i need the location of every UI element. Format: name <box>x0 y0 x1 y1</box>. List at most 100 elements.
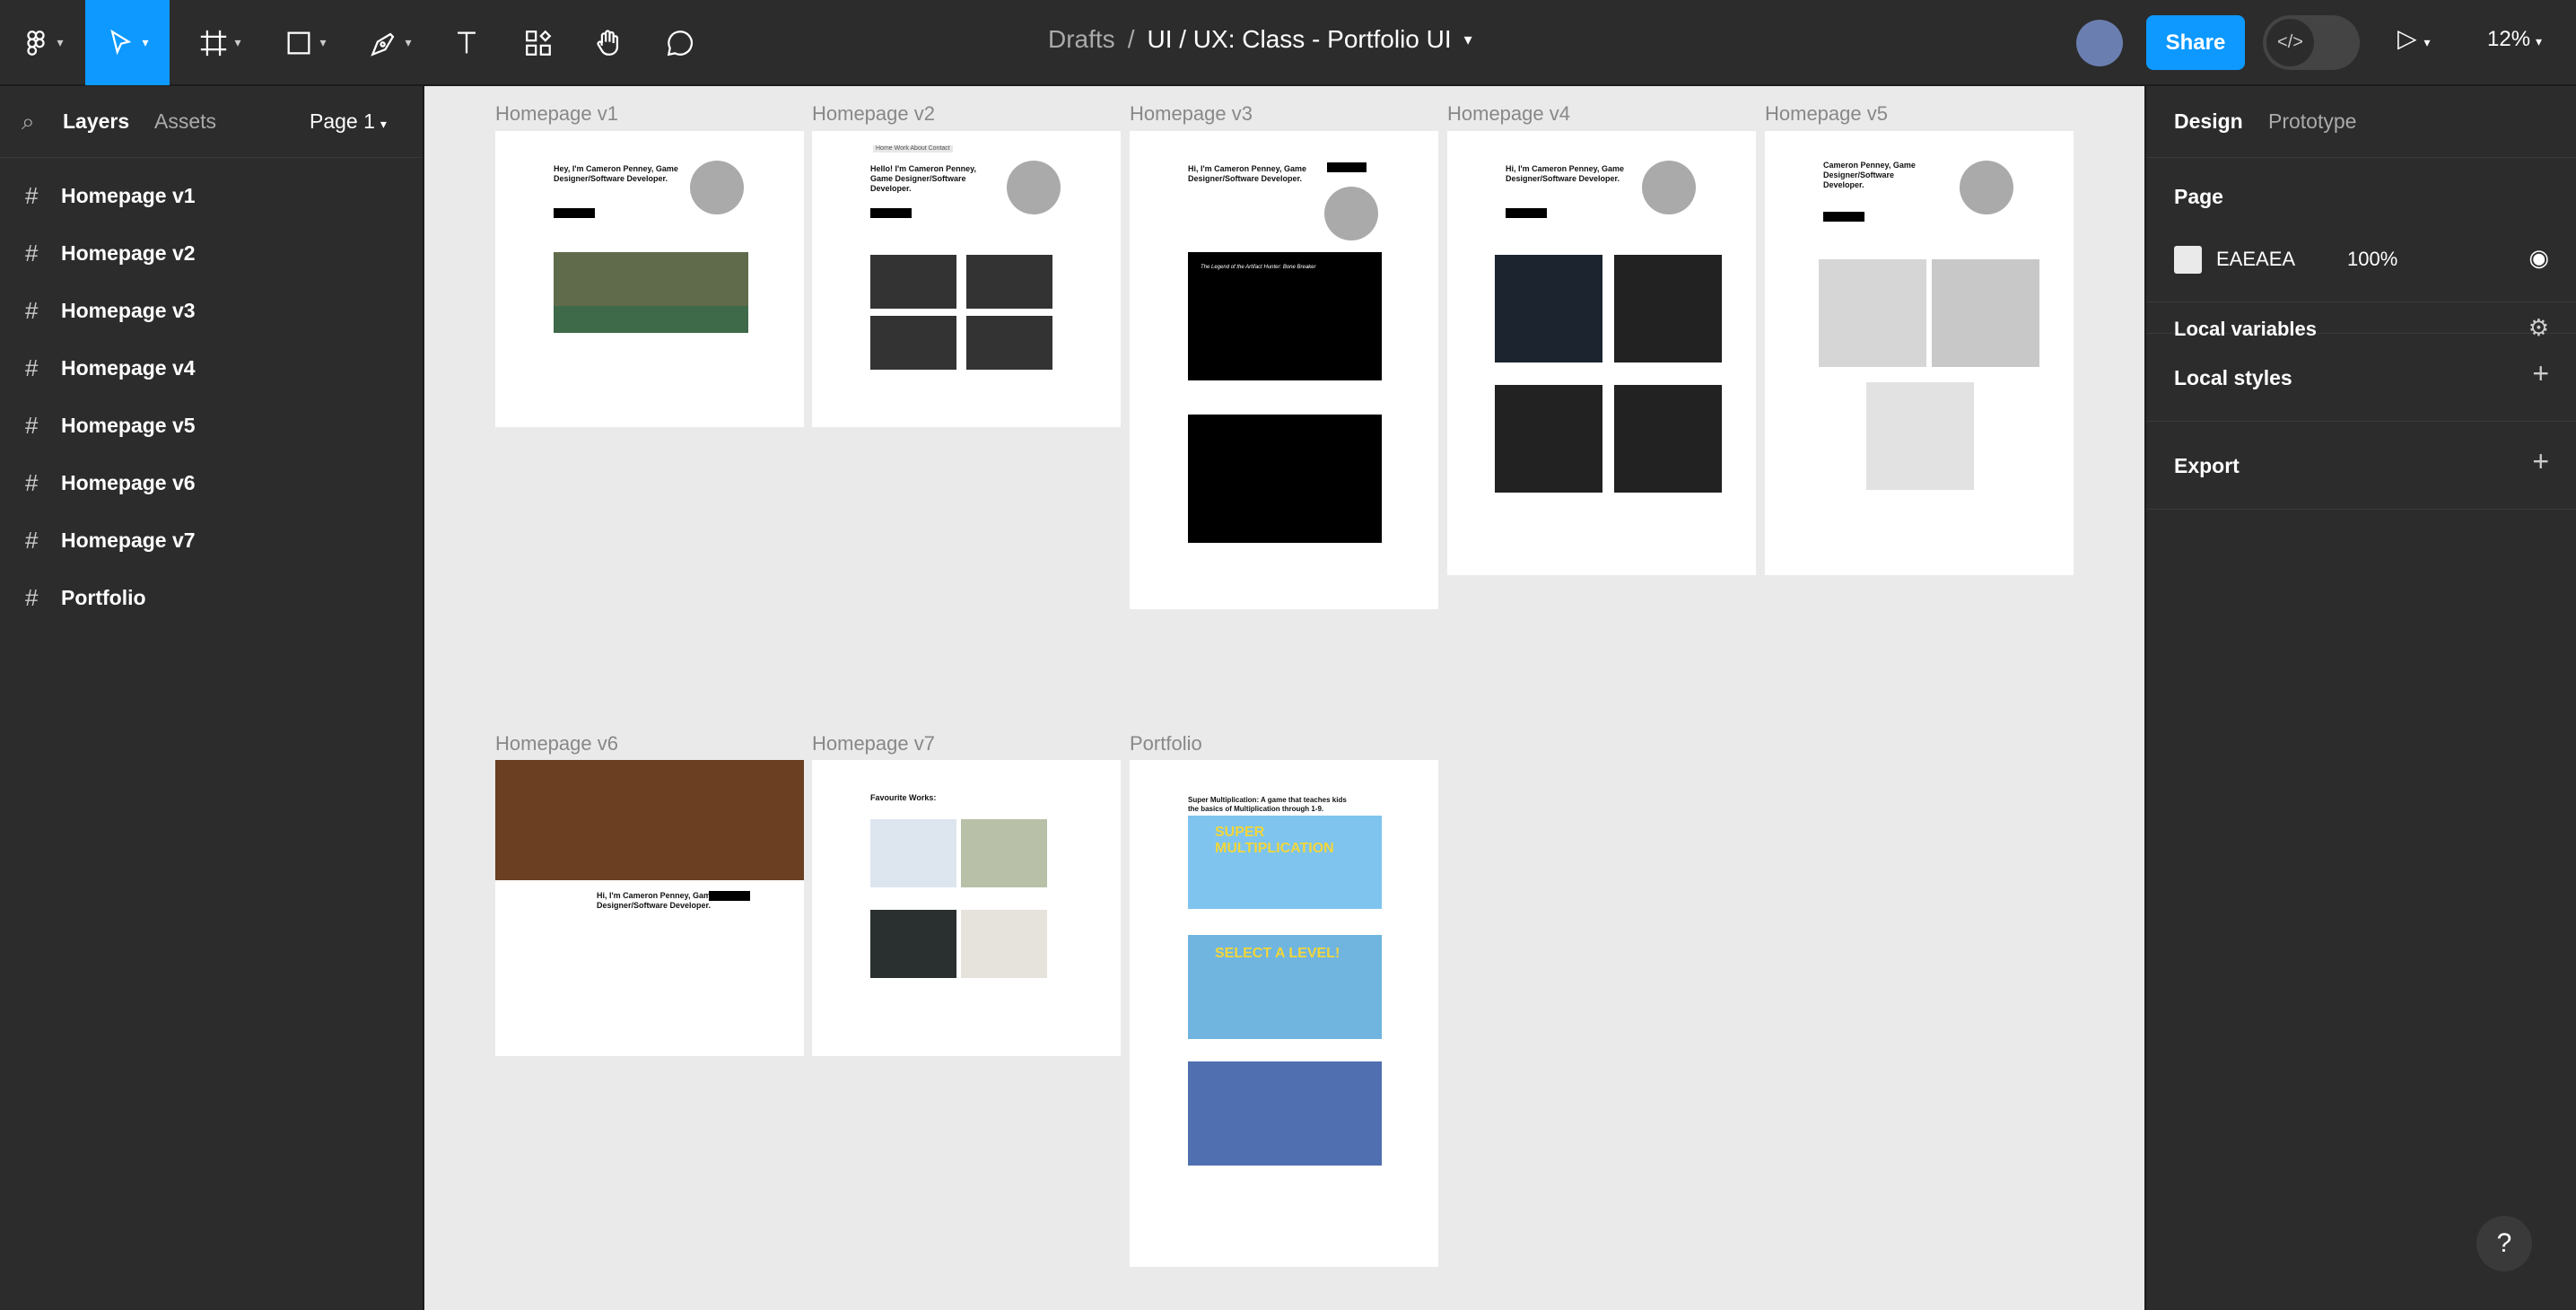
page-color-value[interactable]: EAEAEA <box>2216 248 2295 271</box>
sketch-image <box>1932 259 2039 367</box>
design-panel: Design Prototype Page EAEAEA 100% ◉ Loca… <box>2145 86 2576 1310</box>
frame-label[interactable]: Homepage v5 <box>1765 102 1888 126</box>
local-styles-title: Local styles <box>2174 366 2292 389</box>
share-button[interactable]: Share <box>2146 15 2245 70</box>
frame-homepage-v7[interactable]: Favourite Works: <box>812 760 1121 1056</box>
frame-icon: # <box>25 468 39 496</box>
contact-button-mock <box>1506 208 1547 218</box>
visibility-eye-icon[interactable]: ◉ <box>2528 244 2549 272</box>
frame-label[interactable]: Homepage v1 <box>495 102 618 126</box>
breadcrumb-drafts[interactable]: Drafts <box>1048 25 1115 54</box>
frame-heading: Hi, I'm Cameron Penney, Game Designer/So… <box>1506 164 1625 183</box>
file-menu-chevron-icon[interactable]: ▾ <box>1464 31 1472 49</box>
frame-homepage-v2[interactable]: Home Work About Contact Hello! I'm Camer… <box>812 131 1121 427</box>
frame-heading: Super Multiplication: A game that teache… <box>1188 796 1347 813</box>
contact-button-mock <box>554 208 595 218</box>
tab-assets[interactable]: Assets <box>154 109 216 134</box>
tab-prototype[interactable]: Prototype <box>2268 109 2356 134</box>
frame-icon: # <box>25 526 39 554</box>
game-screenshot <box>1188 1061 1382 1166</box>
page-section-title: Page <box>2174 185 2223 208</box>
add-export-plus-icon[interactable]: + <box>2532 445 2549 478</box>
contact-button-mock <box>870 208 912 218</box>
frame-homepage-v4[interactable]: Hi, I'm Cameron Penney, Game Designer/So… <box>1447 131 1756 575</box>
frame-tool-icon[interactable]: ▾ <box>188 9 251 76</box>
frame-homepage-v3[interactable]: Hi, I'm Cameron Penney, Game Designer/So… <box>1130 131 1438 609</box>
frame-label[interactable]: Portfolio <box>1130 732 1202 755</box>
tab-design[interactable]: Design <box>2174 109 2243 134</box>
frame-label[interactable]: Homepage v4 <box>1447 102 1570 126</box>
frame-portfolio[interactable]: Super Multiplication: A game that teache… <box>1130 760 1438 1267</box>
hand-tool-icon[interactable] <box>586 9 631 76</box>
layer-item[interactable]: # Homepage v1 <box>0 167 423 224</box>
frame-label[interactable]: Homepage v6 <box>495 732 618 755</box>
frame-icon: # <box>25 583 39 611</box>
layer-item[interactable]: # Homepage v7 <box>0 511 423 569</box>
frame-label[interactable]: Homepage v2 <box>812 102 935 126</box>
frame-homepage-v5[interactable]: Cameron Penney, Game Designer/Software D… <box>1765 131 2074 575</box>
profile-photo <box>690 161 744 214</box>
layer-label: Homepage v6 <box>61 470 196 494</box>
frame-label[interactable]: Homepage v3 <box>1130 102 1253 126</box>
add-style-plus-icon[interactable]: + <box>2532 357 2549 390</box>
page-section: Page EAEAEA 100% ◉ Local variables ⚙ <box>2146 158 2576 341</box>
dev-mode-icon: </> <box>2266 19 2314 66</box>
move-tool-icon[interactable]: ▾ <box>85 0 170 85</box>
page-selector[interactable]: Page 1 ▾ <box>310 109 387 134</box>
layer-item[interactable]: # Homepage v3 <box>0 282 423 339</box>
frame-heading: Favourite Works: <box>870 793 937 802</box>
contact-button-mock <box>709 891 750 901</box>
description-box <box>1188 415 1382 543</box>
frame-heading: Hi, I'm Cameron Penney, Game Designer/So… <box>597 891 716 910</box>
help-button[interactable]: ? <box>2476 1216 2532 1271</box>
layer-item[interactable]: # Homepage v4 <box>0 339 423 397</box>
frame-icon: # <box>25 354 39 381</box>
page-color-swatch[interactable] <box>2174 246 2202 274</box>
sketch-image <box>1819 259 1926 367</box>
layer-label: Homepage v4 <box>61 355 196 380</box>
model-image <box>1495 255 1602 362</box>
shape-tool-icon[interactable]: ▾ <box>274 9 336 76</box>
frame-homepage-v1[interactable]: Hey, I'm Cameron Penney, Game Designer/S… <box>495 131 804 427</box>
layer-label: Homepage v1 <box>61 183 196 207</box>
file-name[interactable]: UI / UX: Class - Portfolio UI <box>1147 25 1451 54</box>
tab-layers[interactable]: Layers <box>63 109 129 134</box>
text-tool-icon[interactable] <box>444 9 489 76</box>
page-opacity-value[interactable]: 100% <box>2347 248 2397 271</box>
frame-heading: Cameron Penney, Game Designer/Software D… <box>1823 161 1916 189</box>
search-icon[interactable]: ⌕ <box>22 108 35 136</box>
frame-label[interactable]: Homepage v7 <box>812 732 935 755</box>
layer-label: Homepage v5 <box>61 413 196 437</box>
canvas[interactable]: Homepage v1 Homepage v2 Homepage v3 Home… <box>424 86 2144 1310</box>
layers-panel: ⌕ Layers Assets Page 1 ▾ # Homepage v1 # Ho… <box>0 86 424 1310</box>
resources-tool-icon[interactable] <box>516 9 561 76</box>
comment-tool-icon[interactable] <box>658 9 703 76</box>
frame-homepage-v6[interactable]: Hi, I'm Cameron Penney, Game Designer/So… <box>495 760 804 1056</box>
frame-heading: Hi, I'm Cameron Penney, Game Designer/So… <box>1188 164 1307 183</box>
toolbar: ▾ ▾ ▾ ▾ ▾ Drafts / UI / UX: Class - Port… <box>0 0 2576 85</box>
texture-tile <box>870 316 956 370</box>
export-title: Export <box>2174 454 2240 477</box>
layer-item[interactable]: # Homepage v6 <box>0 454 423 511</box>
layer-item[interactable]: # Homepage v2 <box>0 224 423 282</box>
user-avatar[interactable] <box>2076 20 2123 66</box>
texture-tile <box>966 316 1052 370</box>
profile-photo <box>1960 161 2013 214</box>
layer-item[interactable]: # Portfolio <box>0 569 423 626</box>
breadcrumb-separator: / <box>1127 25 1135 53</box>
layers-panel-header: ⌕ Layers Assets Page 1 ▾ <box>0 86 423 158</box>
layer-label: Portfolio <box>61 585 146 609</box>
game-screenshot: SELECT A LEVEL! <box>1188 935 1382 1039</box>
present-play-icon[interactable]: ▷ ▾ <box>2397 23 2431 53</box>
zoom-level[interactable]: 12% ▾ <box>2487 27 2542 52</box>
page-selector-label: Page 1 <box>310 109 375 133</box>
layer-item[interactable]: # Homepage v5 <box>0 397 423 454</box>
screenshot-title: SELECT A LEVEL! <box>1215 946 1340 961</box>
grass-image <box>554 306 748 333</box>
export-section: Export + <box>2146 422 2576 510</box>
pen-tool-icon[interactable]: ▾ <box>359 9 422 76</box>
model-image <box>1495 385 1602 493</box>
dev-mode-toggle[interactable]: </> <box>2263 15 2360 70</box>
figma-menu-icon[interactable]: ▾ <box>11 9 74 76</box>
divider <box>2146 301 2576 302</box>
